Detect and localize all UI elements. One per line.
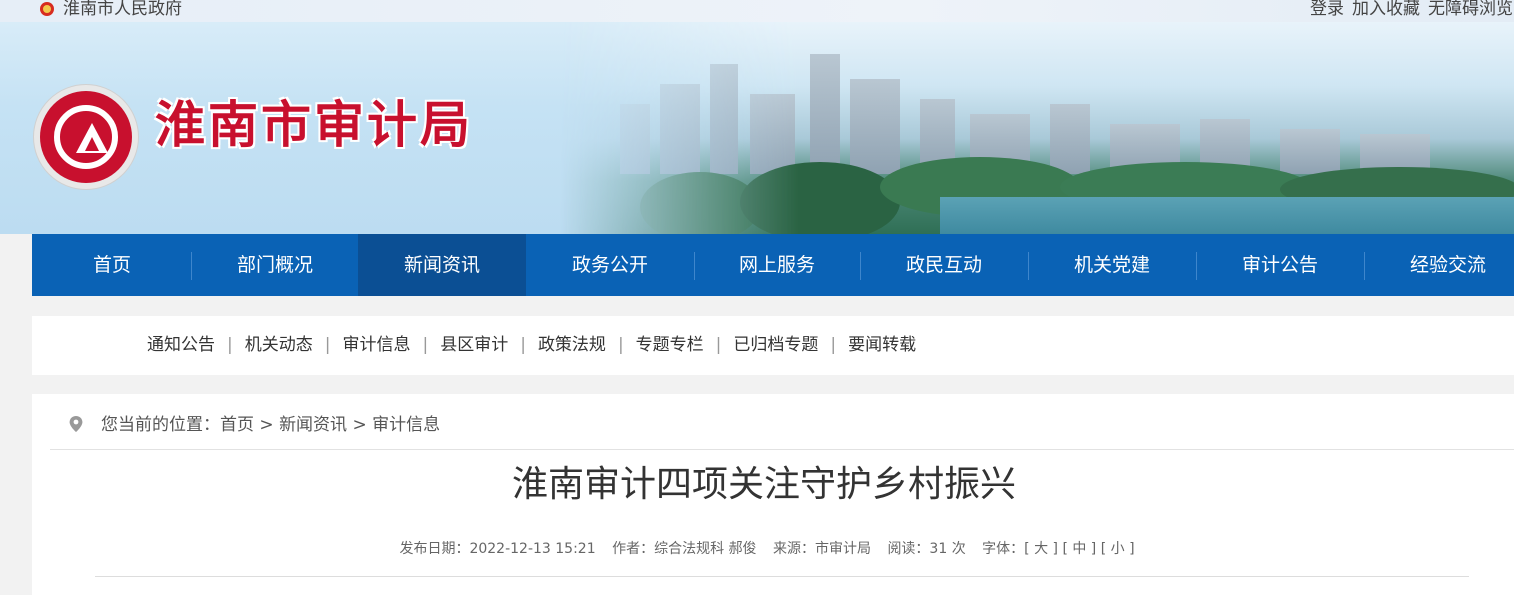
divider bbox=[50, 449, 1514, 450]
breadcrumb-separator: > bbox=[254, 415, 280, 435]
subnav-item-reprints[interactable]: 要闻转载 bbox=[848, 335, 916, 355]
audit-bureau-logo-icon bbox=[33, 84, 139, 190]
article-meta: 发布日期：2022-12-13 15:21 作者：综合法规科 郝俊 来源：市审计… bbox=[32, 538, 1496, 558]
subnav-item-policies[interactable]: 政策法规 bbox=[538, 335, 606, 355]
nav-item-experience[interactable]: 经验交流 bbox=[1364, 234, 1514, 296]
divider bbox=[95, 576, 1469, 577]
subnav-item-county-audit[interactable]: 县区审计 bbox=[440, 335, 508, 355]
subnav-item-archived-topics[interactable]: 已归档专题 bbox=[733, 335, 818, 355]
subnav-item-dynamics[interactable]: 机关动态 bbox=[245, 335, 313, 355]
nav-item-online-service[interactable]: 网上服务 bbox=[694, 234, 860, 296]
font-size-medium-button[interactable]: [ 中 ] bbox=[1062, 541, 1096, 557]
font-size-small-button[interactable]: [ 小 ] bbox=[1101, 541, 1135, 557]
nav-item-department[interactable]: 部门概况 bbox=[192, 234, 358, 296]
font-size-large-button[interactable]: [ 大 ] bbox=[1024, 541, 1058, 557]
nav-item-gov-affairs[interactable]: 政务公开 bbox=[526, 234, 694, 296]
nav-item-interaction[interactable]: 政民互动 bbox=[860, 234, 1028, 296]
article-panel: 您当前的位置：首页 > 新闻资讯 > 审计信息 淮南审计四项关注守护乡村振兴 发… bbox=[32, 394, 1514, 595]
read-count: 阅读：31 次 bbox=[887, 541, 966, 557]
national-emblem-icon bbox=[40, 2, 54, 16]
nav-item-audit-notice[interactable]: 审计公告 bbox=[1196, 234, 1364, 296]
accessibility-link[interactable]: 无障碍浏览 bbox=[1428, 0, 1513, 19]
subnav-item-topics[interactable]: 专题专栏 bbox=[636, 335, 704, 355]
nav-item-news[interactable]: 新闻资讯 bbox=[358, 234, 526, 296]
add-favorite-link[interactable]: 加入收藏 bbox=[1352, 0, 1420, 19]
author: 作者：综合法规科 郝俊 bbox=[612, 541, 757, 557]
subnav-item-audit-info[interactable]: 审计信息 bbox=[342, 335, 410, 355]
header-banner: 淮南市审计局 bbox=[0, 22, 1514, 234]
nav-item-home[interactable]: 首页 bbox=[32, 234, 192, 296]
main-nav: 首页 部门概况 新闻资讯 政务公开 网上服务 政民互动 机关党建 审计公告 经验… bbox=[32, 234, 1514, 296]
nav-item-party[interactable]: 机关党建 bbox=[1028, 234, 1196, 296]
gov-portal-link[interactable]: 淮南市人民政府 bbox=[63, 0, 182, 19]
top-bar: 淮南市人民政府 登录 加入收藏 无障碍浏览 bbox=[0, 0, 1514, 22]
article-title: 淮南审计四项关注守护乡村振兴 bbox=[511, 464, 1016, 505]
city-skyline-image bbox=[560, 22, 1514, 234]
location-pin-icon bbox=[69, 416, 83, 432]
site-title: 淮南市审计局 bbox=[155, 96, 473, 154]
breadcrumb-prefix: 您当前的位置： bbox=[101, 415, 220, 435]
subnav-item-notices[interactable]: 通知公告 bbox=[147, 335, 215, 355]
font-size-label: 字体： bbox=[982, 541, 1025, 557]
source: 来源：市审计局 bbox=[772, 541, 871, 557]
breadcrumb-audit-info[interactable]: 审计信息 bbox=[372, 415, 440, 435]
breadcrumb-home[interactable]: 首页 bbox=[220, 415, 254, 435]
sub-nav: 通知公告 | 机关动态 | 审计信息 | 县区审计 | 政策法规 | 专题专栏 | 已归档专题 | 要闻转载 bbox=[32, 316, 1514, 375]
publish-date: 发布日期：2022-12-13 15:21 bbox=[399, 541, 596, 557]
top-links: 登录 加入收藏 无障碍浏览 bbox=[1310, 0, 1514, 19]
breadcrumb-separator: > bbox=[347, 415, 373, 435]
breadcrumb-news[interactable]: 新闻资讯 bbox=[279, 415, 347, 435]
login-link[interactable]: 登录 bbox=[1310, 0, 1344, 19]
